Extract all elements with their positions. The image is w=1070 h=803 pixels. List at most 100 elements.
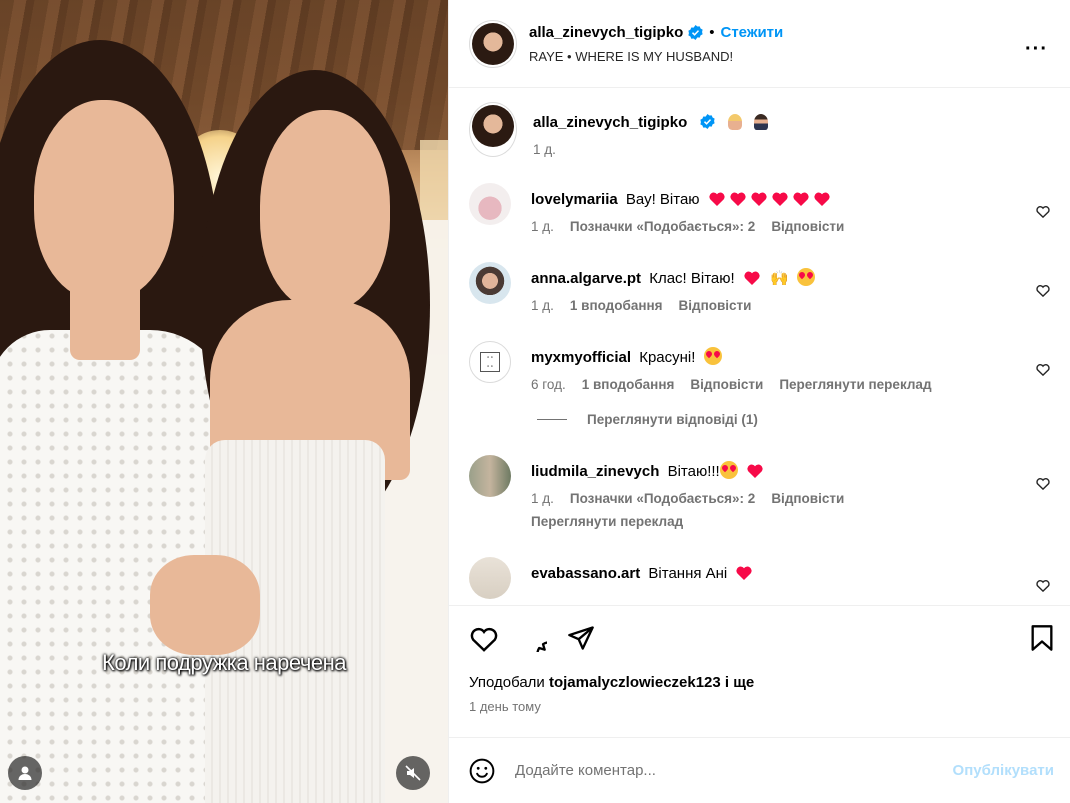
tagged-users-button[interactable] xyxy=(8,756,42,790)
author-username[interactable]: alla_zinevych_tigipko xyxy=(529,24,683,41)
share-paper-plane-icon[interactable] xyxy=(567,625,595,651)
reply-button[interactable]: Відповісти xyxy=(679,298,752,313)
more-options-icon[interactable]: ··· xyxy=(1025,38,1048,61)
likes-suffix[interactable]: і ще xyxy=(725,674,754,691)
comment-time[interactable]: 6 год. xyxy=(531,377,566,392)
comment-text: Вау! Вітаю xyxy=(625,191,700,208)
comment-username[interactable]: myxmyofficial xyxy=(531,349,631,366)
heart-emoji-icon xyxy=(772,192,788,206)
comment-username[interactable]: liudmila_zinevych xyxy=(531,463,659,480)
heart-emoji-icon xyxy=(736,566,753,580)
emoji-picker-icon[interactable] xyxy=(469,758,495,784)
like-comment-heart-icon[interactable] xyxy=(1036,205,1050,218)
post-caption: alla_zinevych_tigipko 1 д. xyxy=(469,102,1050,157)
author-avatar-ring[interactable] xyxy=(469,19,517,68)
like-heart-icon[interactable] xyxy=(469,625,499,652)
commenter-avatar[interactable] xyxy=(469,455,511,497)
reply-button[interactable]: Відповісти xyxy=(771,491,844,506)
heart-emoji-icon xyxy=(730,192,746,206)
reply-button[interactable]: Відповісти xyxy=(771,219,844,234)
likes-summary: Уподобали tojamalyczlowieczek123 і ще xyxy=(469,674,1054,691)
comment-text: Красуні! xyxy=(639,349,696,366)
bookmark-save-icon[interactable] xyxy=(1030,624,1054,652)
verified-badge-icon xyxy=(700,114,716,129)
comments-list[interactable]: alla_zinevych_tigipko 1 д. lovelymariia … xyxy=(449,88,1070,605)
likes-user[interactable]: tojamalyczlowieczek123 xyxy=(549,674,721,691)
comment-text: Вітаю!!! xyxy=(667,463,720,480)
heart-emoji-icon xyxy=(751,192,767,206)
commenter-avatar[interactable] xyxy=(469,557,511,599)
post-side-panel: alla_zinevych_tigipko • Стежити RAYE • W… xyxy=(448,0,1070,803)
commenter-avatar[interactable]: ▫▫ ▫▫ xyxy=(469,341,511,383)
heart-emoji-icon xyxy=(793,192,809,206)
heart-emoji-icon xyxy=(709,192,725,206)
reply-button[interactable]: Відповісти xyxy=(690,377,763,392)
post-actions: Уподобали tojamalyczlowieczek123 і ще 1 … xyxy=(449,605,1070,737)
comment-time[interactable]: 1 д. xyxy=(531,491,554,506)
mute-button[interactable] xyxy=(396,756,430,790)
like-comment-heart-icon[interactable] xyxy=(1036,477,1050,490)
comment-input[interactable] xyxy=(515,762,953,779)
bride-emoji-icon xyxy=(727,114,742,130)
author-avatar[interactable] xyxy=(472,22,514,65)
header-separator: • xyxy=(709,23,715,41)
speaker-muted-icon xyxy=(405,765,421,781)
right-woman-face xyxy=(260,110,390,310)
groom-emoji-icon xyxy=(753,114,768,130)
post-dialog: Коли подружка наречена alla_zinevych_tig… xyxy=(0,0,1070,803)
like-comment-heart-icon[interactable] xyxy=(1036,579,1050,592)
comment-item: anna.algarve.pt Клас! Вітаю! 🙌 1 д. 1 вп… xyxy=(469,262,1050,313)
heart-eyes-emoji-icon xyxy=(703,347,722,365)
caption-time[interactable]: 1 д. xyxy=(533,142,556,157)
verified-badge-icon xyxy=(688,24,703,40)
like-comment-heart-icon[interactable] xyxy=(1036,363,1050,376)
replies-divider xyxy=(537,419,567,420)
post-timestamp[interactable]: 1 день тому xyxy=(469,699,1054,714)
heart-eyes-emoji-icon xyxy=(719,461,738,479)
comment-item: evabassano.art Вітання Ані xyxy=(469,557,1050,599)
hand xyxy=(150,555,260,655)
video-subtitle: Коли подружка наречена xyxy=(102,650,346,675)
likes-prefix: Уподобали xyxy=(469,674,545,691)
view-replies-label: Переглянути відповіді (1) xyxy=(587,412,758,427)
comment-item: liudmila_zinevych Вітаю!!! 1 д. Позначки… xyxy=(469,455,1050,529)
comment-composer: Опублікувати xyxy=(449,737,1070,803)
view-replies-button[interactable]: Переглянути відповіді (1) xyxy=(537,412,1050,427)
follow-button[interactable]: Стежити xyxy=(721,24,784,41)
comment-bubble-icon[interactable] xyxy=(519,624,547,652)
commenter-avatar[interactable] xyxy=(469,183,511,225)
comment-username[interactable]: lovelymariia xyxy=(531,191,618,208)
header-text: alla_zinevych_tigipko • Стежити RAYE • W… xyxy=(529,24,783,64)
comment-likes[interactable]: 1 вподобання xyxy=(570,298,663,313)
caption-avatar-ring[interactable] xyxy=(469,102,517,157)
audio-track-link[interactable]: RAYE • WHERE IS MY HUSBAND! xyxy=(529,49,783,64)
caption-avatar[interactable] xyxy=(472,105,514,147)
heart-emoji-icon xyxy=(744,271,760,285)
comment-item: ▫▫ ▫▫ myxmyofficial Красуні! 6 год. 1 впо… xyxy=(469,341,1050,392)
comment-time[interactable]: 1 д. xyxy=(531,298,554,313)
brand-logo: ▫▫ ▫▫ xyxy=(480,352,500,372)
comment-text: Клас! Вітаю! xyxy=(649,270,735,287)
post-video[interactable]: Коли подружка наречена xyxy=(0,0,448,803)
comment-time[interactable]: 1 д. xyxy=(531,219,554,234)
comment-item: lovelymariia Вау! Вітаю 1 д. Позначки «П… xyxy=(469,183,1050,234)
comment-username[interactable]: evabassano.art xyxy=(531,565,640,582)
post-header: alla_zinevych_tigipko • Стежити RAYE • W… xyxy=(449,0,1070,88)
like-comment-heart-icon[interactable] xyxy=(1036,284,1050,297)
see-translation-button[interactable]: Переглянути переклад xyxy=(779,377,931,392)
comment-likes[interactable]: Позначки «Подобається»: 2 xyxy=(570,219,755,234)
comment-username[interactable]: anna.algarve.pt xyxy=(531,270,641,287)
heart-emoji-icon xyxy=(814,192,830,206)
caption-username[interactable]: alla_zinevych_tigipko xyxy=(533,114,687,131)
comment-text: Вітання Ані xyxy=(648,565,728,582)
heart-emoji-icon xyxy=(747,464,763,478)
raising-hands-emoji-icon: 🙌 xyxy=(770,270,789,287)
left-woman-neck xyxy=(70,270,140,360)
comment-likes[interactable]: 1 вподобання xyxy=(582,377,675,392)
comment-likes[interactable]: Позначки «Подобається»: 2 xyxy=(570,491,755,506)
see-translation-button[interactable]: Переглянути переклад xyxy=(531,514,1050,529)
user-icon xyxy=(18,766,32,780)
commenter-avatar[interactable] xyxy=(469,262,511,304)
heart-eyes-emoji-icon xyxy=(796,268,815,286)
publish-button[interactable]: Опублікувати xyxy=(953,762,1054,779)
